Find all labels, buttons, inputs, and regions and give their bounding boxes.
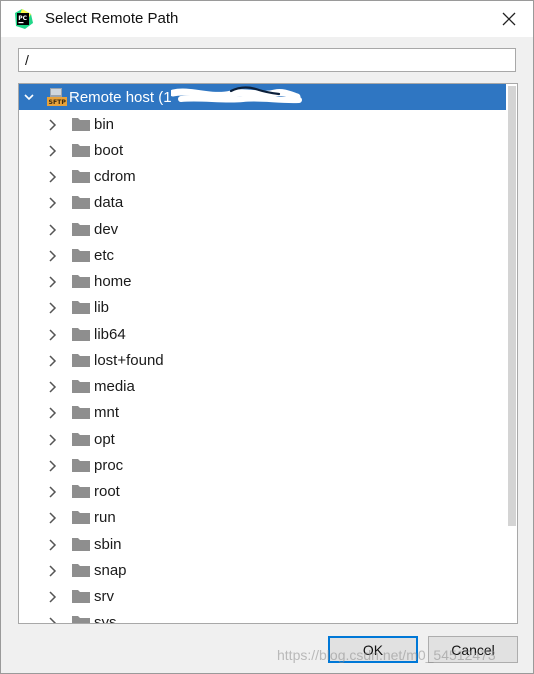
chevron-right-icon[interactable] — [47, 407, 57, 419]
tree-item-label: root — [94, 483, 120, 500]
tree-item[interactable]: lib — [19, 294, 506, 320]
folder-icon — [72, 616, 90, 623]
folder-icon — [72, 353, 90, 367]
chevron-right-icon[interactable] — [47, 118, 57, 131]
tree-item-label: srv — [94, 588, 114, 605]
chevron-right-icon[interactable] — [47, 512, 57, 524]
chevron-right-icon[interactable] — [47, 591, 57, 603]
svg-text:SFTP: SFTP — [49, 99, 67, 106]
tree-item[interactable]: mnt — [19, 399, 506, 425]
pycharm-icon: PC — [15, 9, 33, 29]
tree-item-label: home — [94, 273, 132, 290]
tree-item-label: etc — [94, 246, 115, 264]
folder-icon — [72, 117, 90, 131]
tree-item-label: lib64 — [94, 325, 126, 343]
tree-item[interactable]: run — [19, 504, 506, 530]
tree-item[interactable]: lib64 — [19, 321, 506, 347]
ok-button[interactable]: OK — [328, 636, 418, 663]
title-bar: PC Select Remote Path — [1, 1, 533, 37]
tree-item[interactable]: dev — [19, 216, 506, 242]
chevron-right-icon[interactable] — [47, 197, 57, 209]
chevron-right-icon[interactable] — [47, 355, 57, 367]
sftp-icon: SFTP — [47, 88, 67, 106]
folder-icon — [72, 143, 90, 157]
remote-path-tree[interactable]: SFTP Remote host (1 bin boot cdrom data dev e… — [18, 83, 518, 624]
tree-item-label: mnt — [94, 404, 120, 422]
tree-item-label: proc — [94, 456, 124, 474]
tree-item[interactable]: lost+found — [19, 347, 506, 373]
folder-icon — [72, 248, 90, 262]
redaction-scribble — [171, 86, 302, 104]
path-input[interactable] — [18, 48, 516, 72]
tree-item-label: sys — [94, 614, 117, 624]
folder-icon — [72, 301, 90, 315]
folder-icon — [72, 196, 90, 210]
tree-item[interactable]: etc — [19, 242, 506, 268]
cancel-button[interactable]: Cancel — [428, 636, 518, 663]
tree-item-label: lib — [94, 299, 110, 317]
chevron-right-icon[interactable] — [47, 145, 57, 157]
tree-root-label: Remote host (1 — [69, 89, 172, 106]
dialog-title: Select Remote Path — [45, 10, 179, 27]
close-icon — [502, 12, 516, 26]
tree-root-remote-host[interactable]: SFTP Remote host (1 — [19, 84, 506, 110]
tree-item-label: opt — [94, 430, 115, 448]
tree-item[interactable]: srv — [19, 583, 506, 609]
chevron-right-icon[interactable] — [47, 276, 57, 288]
tree-item[interactable]: boot — [19, 137, 506, 163]
chevron-right-icon[interactable] — [47, 617, 57, 624]
tree-scrollbar[interactable] — [506, 84, 517, 623]
tree-item-label: dev — [94, 220, 119, 238]
tree-item-label: boot — [94, 141, 124, 159]
tree-item-label: sbin — [94, 535, 122, 553]
folder-icon — [72, 432, 90, 446]
folder-icon — [72, 458, 90, 472]
tree-item[interactable]: media — [19, 373, 506, 399]
tree-item[interactable]: root — [19, 478, 506, 504]
chevron-right-icon[interactable] — [47, 302, 57, 314]
tree-item-label: run — [94, 509, 116, 527]
svg-text:PC: PC — [18, 15, 27, 22]
folder-icon — [72, 563, 90, 577]
chevron-down-icon[interactable] — [23, 91, 35, 103]
tree-item-label: lost+found — [94, 351, 164, 369]
chevron-right-icon[interactable] — [47, 433, 57, 446]
tree-item[interactable]: sbin — [19, 531, 506, 557]
folder-icon — [72, 275, 90, 288]
tree-item[interactable]: bin — [19, 111, 506, 137]
tree-item-label: bin — [94, 115, 115, 133]
close-button[interactable] — [495, 5, 523, 33]
tree-item[interactable]: snap — [19, 557, 506, 583]
tree-item[interactable]: data — [19, 189, 506, 215]
chevron-right-icon[interactable] — [47, 486, 57, 498]
chevron-right-icon[interactable] — [47, 565, 57, 577]
folder-icon — [72, 327, 90, 341]
folder-icon — [72, 537, 90, 551]
tree-item[interactable]: home — [19, 268, 506, 294]
chevron-right-icon[interactable] — [47, 171, 57, 183]
chevron-right-icon[interactable] — [47, 250, 57, 262]
folder-icon — [72, 222, 90, 236]
tree-item[interactable]: proc — [19, 452, 506, 478]
tree-item-label: snap — [94, 561, 127, 579]
chevron-right-icon[interactable] — [47, 381, 57, 393]
chevron-right-icon[interactable] — [47, 223, 57, 236]
chevron-right-icon[interactable] — [47, 328, 57, 341]
chevron-right-icon[interactable] — [47, 538, 57, 551]
folder-icon — [72, 590, 90, 603]
select-remote-path-dialog: PC Select Remote Path SFTP Remote host (… — [0, 0, 534, 674]
folder-icon — [72, 485, 90, 498]
folder-icon — [72, 170, 90, 183]
folder-icon — [72, 406, 90, 420]
tree-item-label: data — [94, 194, 124, 212]
folder-icon — [72, 511, 90, 525]
tree-item[interactable]: opt — [19, 426, 506, 452]
tree-item[interactable]: sys — [19, 609, 506, 624]
tree-item-label: media — [94, 378, 135, 395]
folder-icon — [72, 380, 90, 393]
scrollbar-thumb[interactable] — [508, 86, 516, 526]
chevron-right-icon[interactable] — [47, 460, 57, 472]
tree-item-label: cdrom — [94, 168, 136, 185]
tree-item[interactable]: cdrom — [19, 163, 506, 189]
